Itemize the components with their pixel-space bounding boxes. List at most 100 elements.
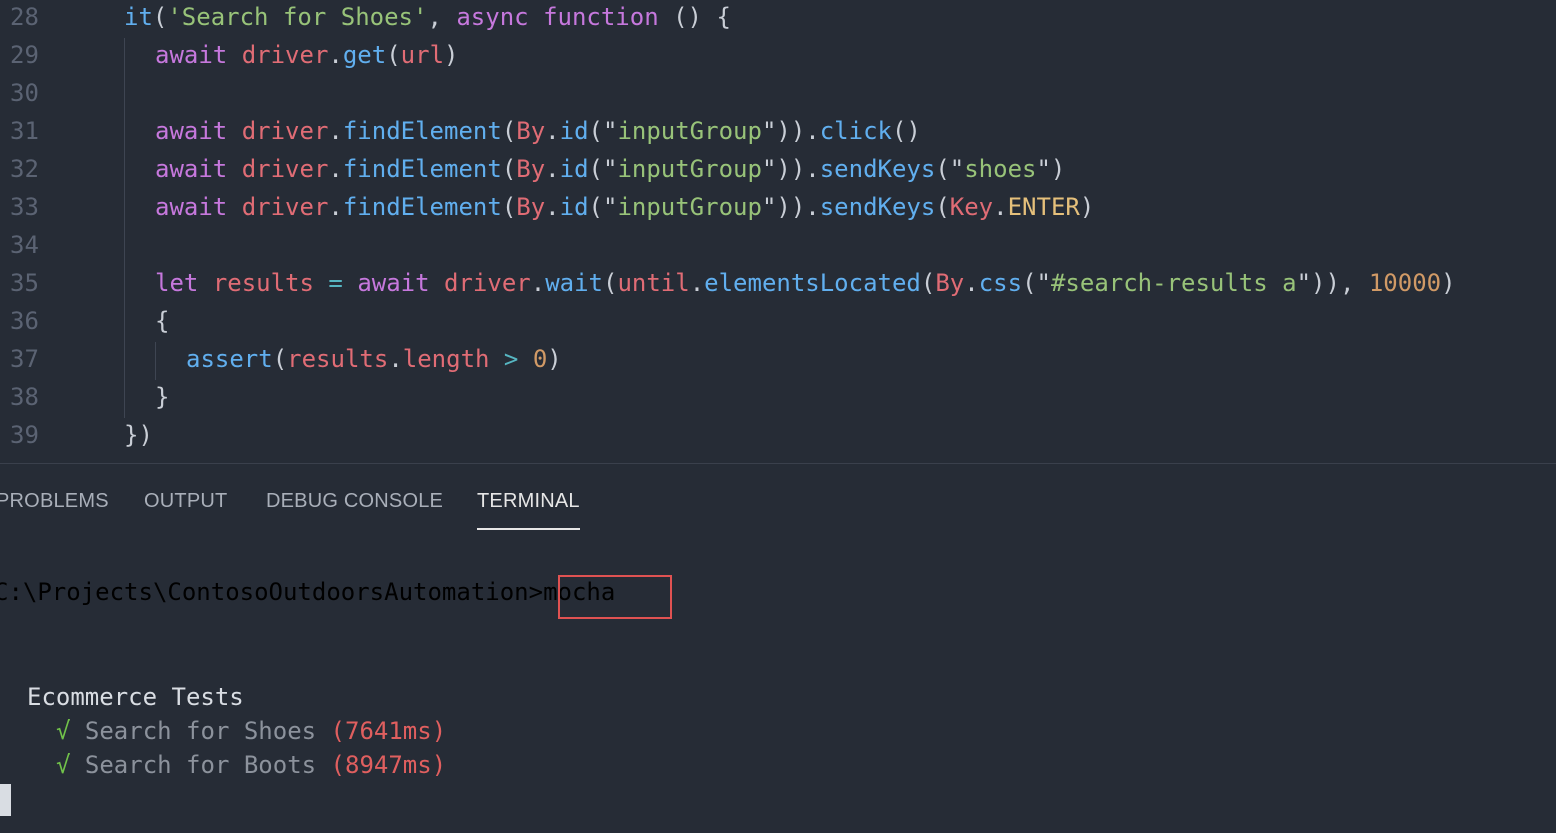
code-token: await xyxy=(357,269,430,297)
code-token: findElement xyxy=(342,155,502,183)
code-token: ( xyxy=(386,41,401,69)
code-text: it('Search for Shoes', async function ()… xyxy=(124,0,731,36)
code-token: findElement xyxy=(342,193,502,221)
code-token: function xyxy=(543,3,659,31)
code-line: 38} xyxy=(0,378,1556,416)
code-token: By xyxy=(516,117,546,145)
terminal-prompt-line: C:\Projects\ContosoOutdoorsAutomation>mo… xyxy=(0,575,615,609)
code-token: let xyxy=(155,269,199,297)
code-text: { xyxy=(155,302,169,340)
code-token: 0 xyxy=(532,345,548,373)
code-token: ) xyxy=(1441,269,1456,297)
code-token: ( xyxy=(935,193,950,221)
code-token: By xyxy=(935,269,965,297)
code-token: . xyxy=(689,269,705,297)
test-name: Search for Boots xyxy=(84,751,317,779)
code-line: 33 await driver.findElement(By.id("inputG… xyxy=(0,188,1556,226)
code-token: await xyxy=(155,117,228,145)
line-number: 38 xyxy=(10,383,39,411)
code-token: ( xyxy=(272,345,288,373)
code-token: await xyxy=(155,193,228,221)
code-token: results xyxy=(212,269,314,297)
indent-guide xyxy=(124,38,125,418)
code-token: it xyxy=(124,3,153,31)
code-token: () xyxy=(891,117,921,145)
line-number: 35 xyxy=(10,269,39,297)
code-token: ) xyxy=(547,345,562,373)
test-duration: (7641ms) xyxy=(330,717,447,745)
code-token: elementsLocated xyxy=(704,269,921,297)
code-token: ) xyxy=(444,41,459,69)
test-result-row: √ Search for Boots (8947ms) xyxy=(56,748,446,782)
code-token: ( xyxy=(501,117,517,145)
code-token: sendKeys xyxy=(819,193,936,221)
code-token: . xyxy=(328,193,343,221)
code-token: . xyxy=(328,155,343,183)
pass-check-icon: √ xyxy=(56,751,71,779)
code-token: await xyxy=(155,155,228,183)
code-token: ") xyxy=(1036,155,1066,183)
code-line: 28 it('Search for Shoes', async function … xyxy=(0,0,1556,36)
code-token: }) xyxy=(124,421,153,449)
code-token: ( xyxy=(602,269,618,297)
code-token: , xyxy=(427,3,457,31)
code-token: . xyxy=(545,155,560,183)
line-number: 29 xyxy=(10,41,39,69)
code-token: . xyxy=(545,193,560,221)
code-token: id xyxy=(559,117,589,145)
code-token: ")), xyxy=(1296,269,1369,297)
code-line: 36 { xyxy=(0,302,1556,340)
code-token: ")). xyxy=(761,193,820,221)
indent-guide xyxy=(155,342,156,380)
code-token: results xyxy=(287,345,389,373)
code-token: . xyxy=(545,117,560,145)
code-token: inputGroup xyxy=(617,193,762,221)
code-text: await driver.findElement(By.id("inputGro… xyxy=(155,150,1065,188)
code-line: 39}) xyxy=(0,416,1556,454)
code-token: By xyxy=(516,193,546,221)
code-line: 29 await driver.get(url) xyxy=(0,36,1556,74)
code-token: 'Search for Shoes' xyxy=(167,3,428,31)
line-number: 30 xyxy=(10,79,39,107)
code-token: } xyxy=(155,383,170,411)
line-number: 39 xyxy=(10,421,39,449)
line-number: 32 xyxy=(10,155,39,183)
code-line: 34 xyxy=(0,226,1556,264)
code-token: wait xyxy=(545,269,603,297)
code-text: }) xyxy=(124,416,153,454)
code-token: . xyxy=(328,41,343,69)
code-token: () { xyxy=(658,3,731,31)
code-token: driver xyxy=(241,41,329,69)
code-text: await driver.findElement(By.id("inputGro… xyxy=(155,112,921,150)
code-line: 32 await driver.findElement(By.id("inputG… xyxy=(0,150,1556,188)
code-token: inputGroup xyxy=(617,155,762,183)
code-token: until xyxy=(617,269,690,297)
code-token: ( xyxy=(920,269,936,297)
code-token: . xyxy=(388,345,403,373)
line-number: 37 xyxy=(10,345,39,373)
code-token: ( xyxy=(152,3,168,31)
code-token: ")). xyxy=(761,155,820,183)
code-text: } xyxy=(155,378,169,416)
code-token: get xyxy=(342,41,387,69)
code-token: findElement xyxy=(342,117,502,145)
code-token: sendKeys xyxy=(819,155,936,183)
code-text: let results = await driver.wait(until.el… xyxy=(155,264,1456,302)
terminal-prompt-path: C:\Projects\ContosoOutdoorsAutomation> xyxy=(0,578,544,606)
code-editor[interactable]: 28 it('Search for Shoes', async function … xyxy=(0,0,1556,463)
code-line: 31 await driver.findElement(By.id("inputG… xyxy=(0,112,1556,150)
code-token: By xyxy=(516,155,546,183)
code-token: inputGroup xyxy=(617,117,762,145)
code-token: (" xyxy=(1022,269,1051,297)
line-number: 33 xyxy=(10,193,39,221)
code-line: 37 assert(results.length > 0) xyxy=(0,340,1556,378)
code-text: assert(results.length > 0) xyxy=(186,340,562,378)
code-token: . xyxy=(530,269,546,297)
